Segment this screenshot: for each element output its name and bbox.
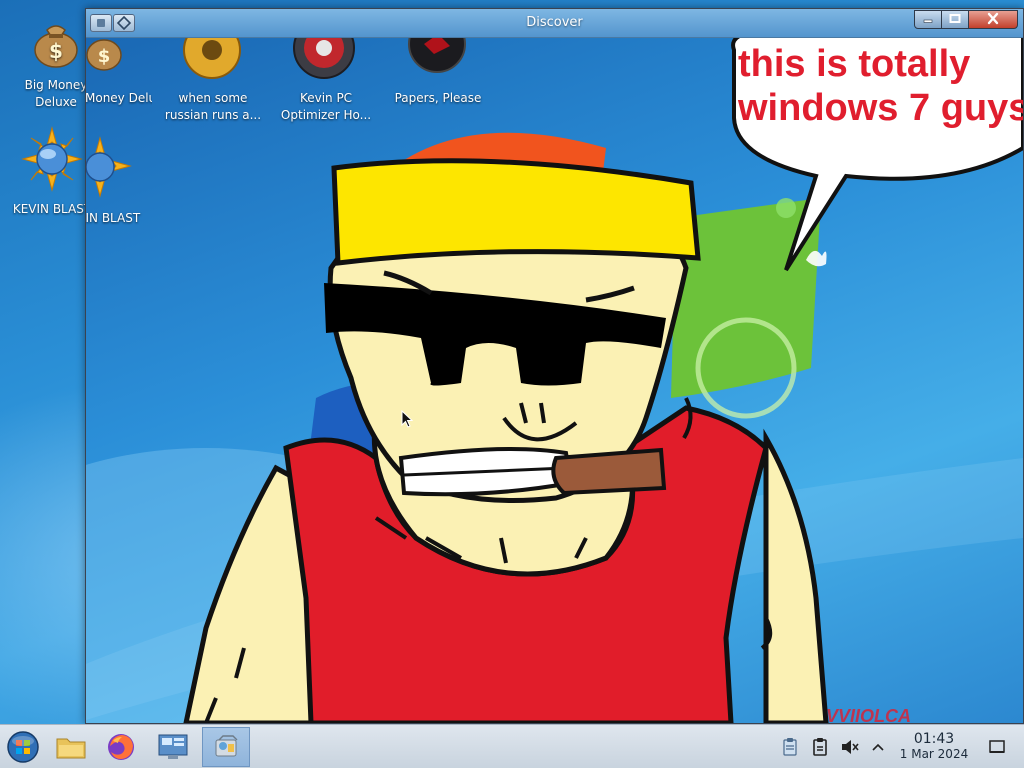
discover-icon [215, 735, 238, 757]
taskbar-control-panel[interactable] [150, 727, 196, 767]
minimize-button[interactable] [914, 10, 942, 29]
tray-volume[interactable] [840, 737, 860, 757]
start-orb-icon [7, 731, 39, 763]
clipboard-icon [783, 738, 797, 756]
clock-date: 1 Mar 2024 [899, 747, 969, 761]
taskbar-discover[interactable] [202, 727, 250, 767]
start-button[interactable] [0, 727, 46, 767]
close-button[interactable] [968, 10, 1018, 29]
show-desktop-icon [989, 740, 1005, 753]
volume-muted-icon [842, 740, 859, 754]
artwork: $ [86, 38, 1023, 723]
tray-expand[interactable] [868, 737, 888, 757]
window-titlebar[interactable]: Discover [86, 9, 1023, 38]
mouse-cursor-icon [401, 410, 413, 428]
tray-clipboard[interactable] [780, 737, 800, 757]
maximize-icon [949, 14, 961, 23]
minimize-icon [923, 19, 933, 23]
folder-icon [56, 738, 86, 759]
inner-icon-label-papers-please[interactable]: Papers, Please [386, 90, 490, 107]
inner-icon-label-russian[interactable]: when some russian runs a... [161, 90, 265, 124]
tray-notes[interactable] [810, 737, 830, 757]
window-title: Discover [526, 15, 583, 30]
speech-line-1: this is totally [738, 43, 971, 85]
watermark: VVIIOLCA [826, 706, 912, 723]
maximize-button[interactable] [941, 10, 969, 29]
inner-icon-label-big-money[interactable]: Big Money Deluxe [86, 90, 152, 107]
control-panel-icon [158, 734, 188, 759]
notes-icon [813, 738, 827, 756]
chevron-up-icon [872, 743, 884, 751]
close-icon [987, 12, 999, 25]
taskbar-file-manager[interactable] [48, 727, 94, 767]
speech-bubble-text: this is totally windows 7 guys [738, 42, 1023, 130]
taskbar-firefox[interactable] [98, 727, 144, 767]
window-content: $ Money Del when some russian runs a... … [86, 38, 1023, 723]
inner-icon-label-kevin-blast[interactable]: KEVIN BLAST [86, 210, 146, 227]
svg-text:$: $ [98, 46, 111, 67]
firefox-icon [108, 734, 134, 760]
desktop-icon-label: KEVIN BLAST [12, 202, 92, 216]
svg-text:$: $ [49, 39, 63, 63]
taskbar: 01:43 1 Mar 2024 [0, 724, 1024, 768]
desktop-icon-label: Big Money Deluxe [24, 78, 88, 109]
speech-line-2: windows 7 guys [738, 87, 1023, 129]
clock-time: 01:43 [913, 731, 955, 747]
yellow-hat [331, 158, 701, 266]
inner-icon-label-kevin-pc-optimizer[interactable]: Kevin PC Optimizer Ho... [274, 90, 378, 124]
discover-window[interactable]: Discover $ Money Del when some russian r… [85, 8, 1024, 724]
cigar [551, 447, 667, 496]
show-desktop-button[interactable] [987, 737, 1007, 757]
taskbar-clock[interactable]: 01:43 1 Mar 2024 [893, 731, 975, 762]
